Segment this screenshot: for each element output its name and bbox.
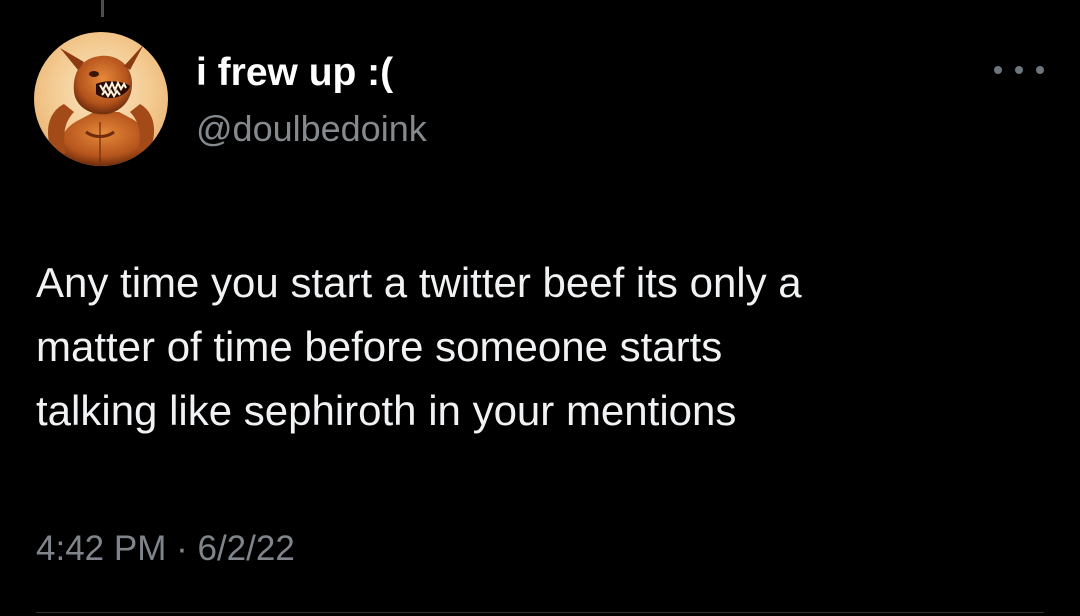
tweet-time: 4:42 PM [36,529,167,568]
thread-connector-line [101,0,104,17]
user-handle[interactable]: @doulbedoink [196,108,427,150]
divider [36,612,1044,613]
demon-avatar-icon [34,32,168,166]
more-horizontal-icon [994,66,1002,74]
more-options-button[interactable] [994,55,1044,85]
more-horizontal-icon-dot [1015,66,1023,74]
tweet-text: Any time you start a twitter beef its on… [36,251,1046,443]
tweet-date: 6/2/22 [197,529,295,568]
tweet-text-line: matter of time before someone starts [36,323,723,370]
tweet-text-line: Any time you start a twitter beef its on… [36,259,802,306]
more-horizontal-icon-dot [1036,66,1044,74]
tweet-timestamp[interactable]: 4:42 PM · 6/2/22 [36,527,295,571]
avatar[interactable] [34,32,168,166]
tweet-text-line: talking like sephiroth in your mentions [36,387,737,434]
display-name[interactable]: i frew up :( [196,50,393,96]
meta-separator: · [176,529,188,568]
